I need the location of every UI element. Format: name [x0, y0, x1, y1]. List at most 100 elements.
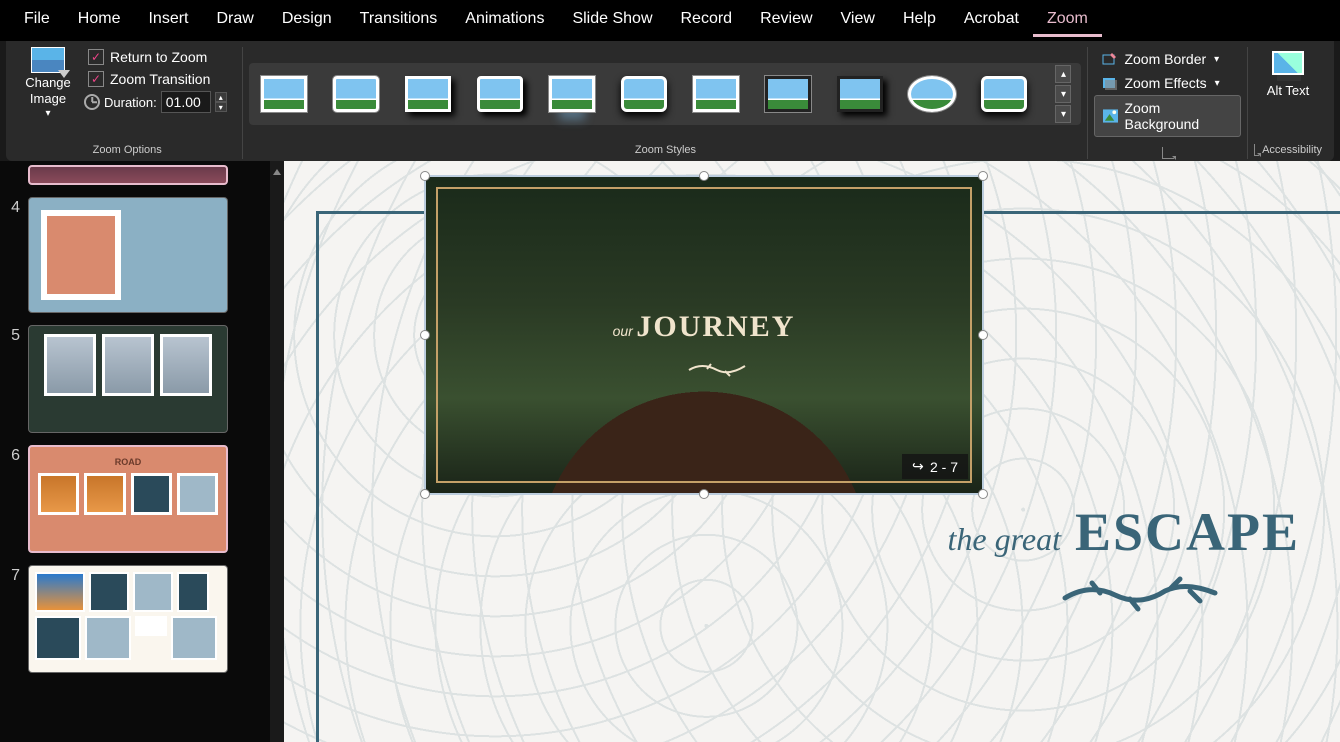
- return-to-zoom-label: Return to Zoom: [110, 49, 207, 65]
- zoom-style-10[interactable]: [907, 74, 957, 114]
- zoom-styles-gallery: ▴ ▾ ▾: [249, 63, 1081, 125]
- slide-thumbnail-6[interactable]: ROAD: [28, 445, 228, 553]
- slide-number: 4: [2, 197, 20, 217]
- ribbon: Change Image ▾ Return to Zoom Zoom Trans…: [6, 41, 1334, 161]
- dialog-launcher-icon[interactable]: [1254, 144, 1259, 156]
- duration-label: Duration:: [104, 95, 157, 110]
- menu-file[interactable]: File: [10, 4, 64, 37]
- duration-input[interactable]: [161, 91, 211, 113]
- resize-handle-nw[interactable]: [420, 171, 430, 181]
- zoom-preview-title: our JOURNEY: [426, 310, 982, 344]
- zoom-style-5[interactable]: [547, 74, 597, 114]
- alt-text-button[interactable]: Alt Text: [1261, 47, 1315, 103]
- zoom-border-button[interactable]: Zoom Border ▾: [1094, 47, 1241, 71]
- change-image-button[interactable]: Change Image ▾: [18, 47, 78, 119]
- resize-handle-w[interactable]: [420, 330, 430, 340]
- effects-icon: [1102, 76, 1118, 90]
- return-to-zoom-checkbox[interactable]: Return to Zoom: [84, 47, 236, 67]
- zoom-background-button[interactable]: Zoom Background: [1094, 95, 1241, 137]
- zoom-style-9[interactable]: [835, 74, 885, 114]
- duration-up-button[interactable]: ▴: [215, 92, 227, 102]
- zoom-style-7[interactable]: [691, 74, 741, 114]
- dialog-launcher-icon[interactable]: [1162, 147, 1174, 159]
- slide-thumbnail-3[interactable]: [28, 165, 228, 185]
- slide-thumbnail-4[interactable]: [28, 197, 228, 313]
- zoom-options-group-label: Zoom Options: [18, 141, 236, 159]
- accessibility-group-label: Accessibility: [1262, 144, 1322, 156]
- menu-slideshow[interactable]: Slide Show: [558, 4, 666, 37]
- chevron-down-icon: ▾: [1215, 78, 1220, 89]
- zoom-transition-label: Zoom Transition: [110, 71, 210, 87]
- menubar: File Home Insert Draw Design Transitions…: [0, 0, 1340, 41]
- slide-canvas: our JOURNEY ↩ 2 - 7: [284, 161, 1340, 742]
- zoom-style-3[interactable]: [403, 74, 453, 114]
- slide-number: [2, 165, 20, 167]
- zoom-style-8[interactable]: [763, 74, 813, 114]
- gallery-up-button[interactable]: ▴: [1055, 65, 1071, 83]
- slide-number: 7: [2, 565, 20, 585]
- menu-animations[interactable]: Animations: [451, 4, 558, 37]
- escape-text: ESCAPE: [1075, 501, 1300, 563]
- thumb6-title: ROAD: [38, 457, 218, 467]
- menu-help[interactable]: Help: [889, 4, 950, 37]
- alt-text-label: Alt Text: [1267, 83, 1309, 99]
- zoom-effects-label: Zoom Effects: [1124, 75, 1206, 91]
- chevron-down-icon: ▾: [1214, 54, 1219, 65]
- menu-acrobat[interactable]: Acrobat: [950, 4, 1033, 37]
- alt-text-icon: [1272, 51, 1304, 75]
- pane-splitter[interactable]: [270, 161, 284, 742]
- menu-review[interactable]: Review: [746, 4, 826, 37]
- menu-zoom[interactable]: Zoom: [1033, 4, 1102, 37]
- the-great-text: the great: [948, 521, 1061, 558]
- chevron-down-icon: ▾: [45, 108, 50, 119]
- zoom-style-6[interactable]: [619, 74, 669, 114]
- checkbox-icon: [88, 71, 104, 87]
- slide-number: 6: [2, 445, 20, 465]
- menu-record[interactable]: Record: [667, 4, 747, 37]
- slide-thumbnail-5[interactable]: [28, 325, 228, 433]
- zoom-style-2[interactable]: [331, 74, 381, 114]
- return-arrow-icon: ↩: [912, 458, 924, 475]
- resize-handle-n[interactable]: [699, 171, 709, 181]
- zoom-style-11[interactable]: [979, 74, 1029, 114]
- section-zoom-object[interactable]: our JOURNEY ↩ 2 - 7: [424, 175, 984, 495]
- decorative-line-vertical: [316, 211, 319, 742]
- background-icon: [1103, 109, 1118, 123]
- slide-thumbnail-7[interactable]: [28, 565, 228, 673]
- slide-title: the great ESCAPE: [948, 501, 1301, 563]
- resize-handle-s[interactable]: [699, 489, 709, 499]
- menu-view[interactable]: View: [827, 4, 889, 37]
- menu-home[interactable]: Home: [64, 4, 135, 37]
- duration-down-button[interactable]: ▾: [215, 102, 227, 112]
- checkbox-icon: [88, 49, 104, 65]
- change-image-label: Change Image: [18, 75, 78, 106]
- slide-thumbnails-pane[interactable]: 4 5 6 ROAD 7: [0, 161, 270, 742]
- menu-insert[interactable]: Insert: [134, 4, 202, 37]
- slide-number: 5: [2, 325, 20, 345]
- workspace: 4 5 6 ROAD 7: [0, 161, 1340, 742]
- menu-draw[interactable]: Draw: [202, 4, 267, 37]
- twig-icon: [687, 360, 747, 378]
- our-text: our: [613, 323, 633, 339]
- resize-handle-e[interactable]: [978, 330, 988, 340]
- gallery-more-button[interactable]: ▾: [1055, 105, 1071, 123]
- menu-transitions[interactable]: Transitions: [346, 4, 452, 37]
- zoom-style-1[interactable]: [259, 74, 309, 114]
- slide-editor[interactable]: our JOURNEY ↩ 2 - 7: [284, 161, 1340, 742]
- clock-icon: [84, 94, 100, 110]
- gallery-down-button[interactable]: ▾: [1055, 85, 1071, 103]
- resize-handle-ne[interactable]: [978, 171, 988, 181]
- pencil-border-icon: [1102, 52, 1118, 66]
- zoom-transition-checkbox[interactable]: Zoom Transition: [84, 69, 236, 89]
- resize-handle-sw[interactable]: [420, 489, 430, 499]
- zoom-border-label: Zoom Border: [1124, 51, 1206, 67]
- zoom-effects-button[interactable]: Zoom Effects ▾: [1094, 71, 1241, 95]
- menu-design[interactable]: Design: [268, 4, 346, 37]
- zoom-range-text: 2 - 7: [930, 459, 958, 475]
- zoom-styles-group-label: Zoom Styles: [249, 141, 1081, 159]
- zoom-slide-range-badge: ↩ 2 - 7: [902, 454, 968, 479]
- resize-handle-se[interactable]: [978, 489, 988, 499]
- branch-icon: [1060, 573, 1220, 613]
- zoom-style-4[interactable]: [475, 74, 525, 114]
- change-image-icon: [31, 47, 65, 73]
